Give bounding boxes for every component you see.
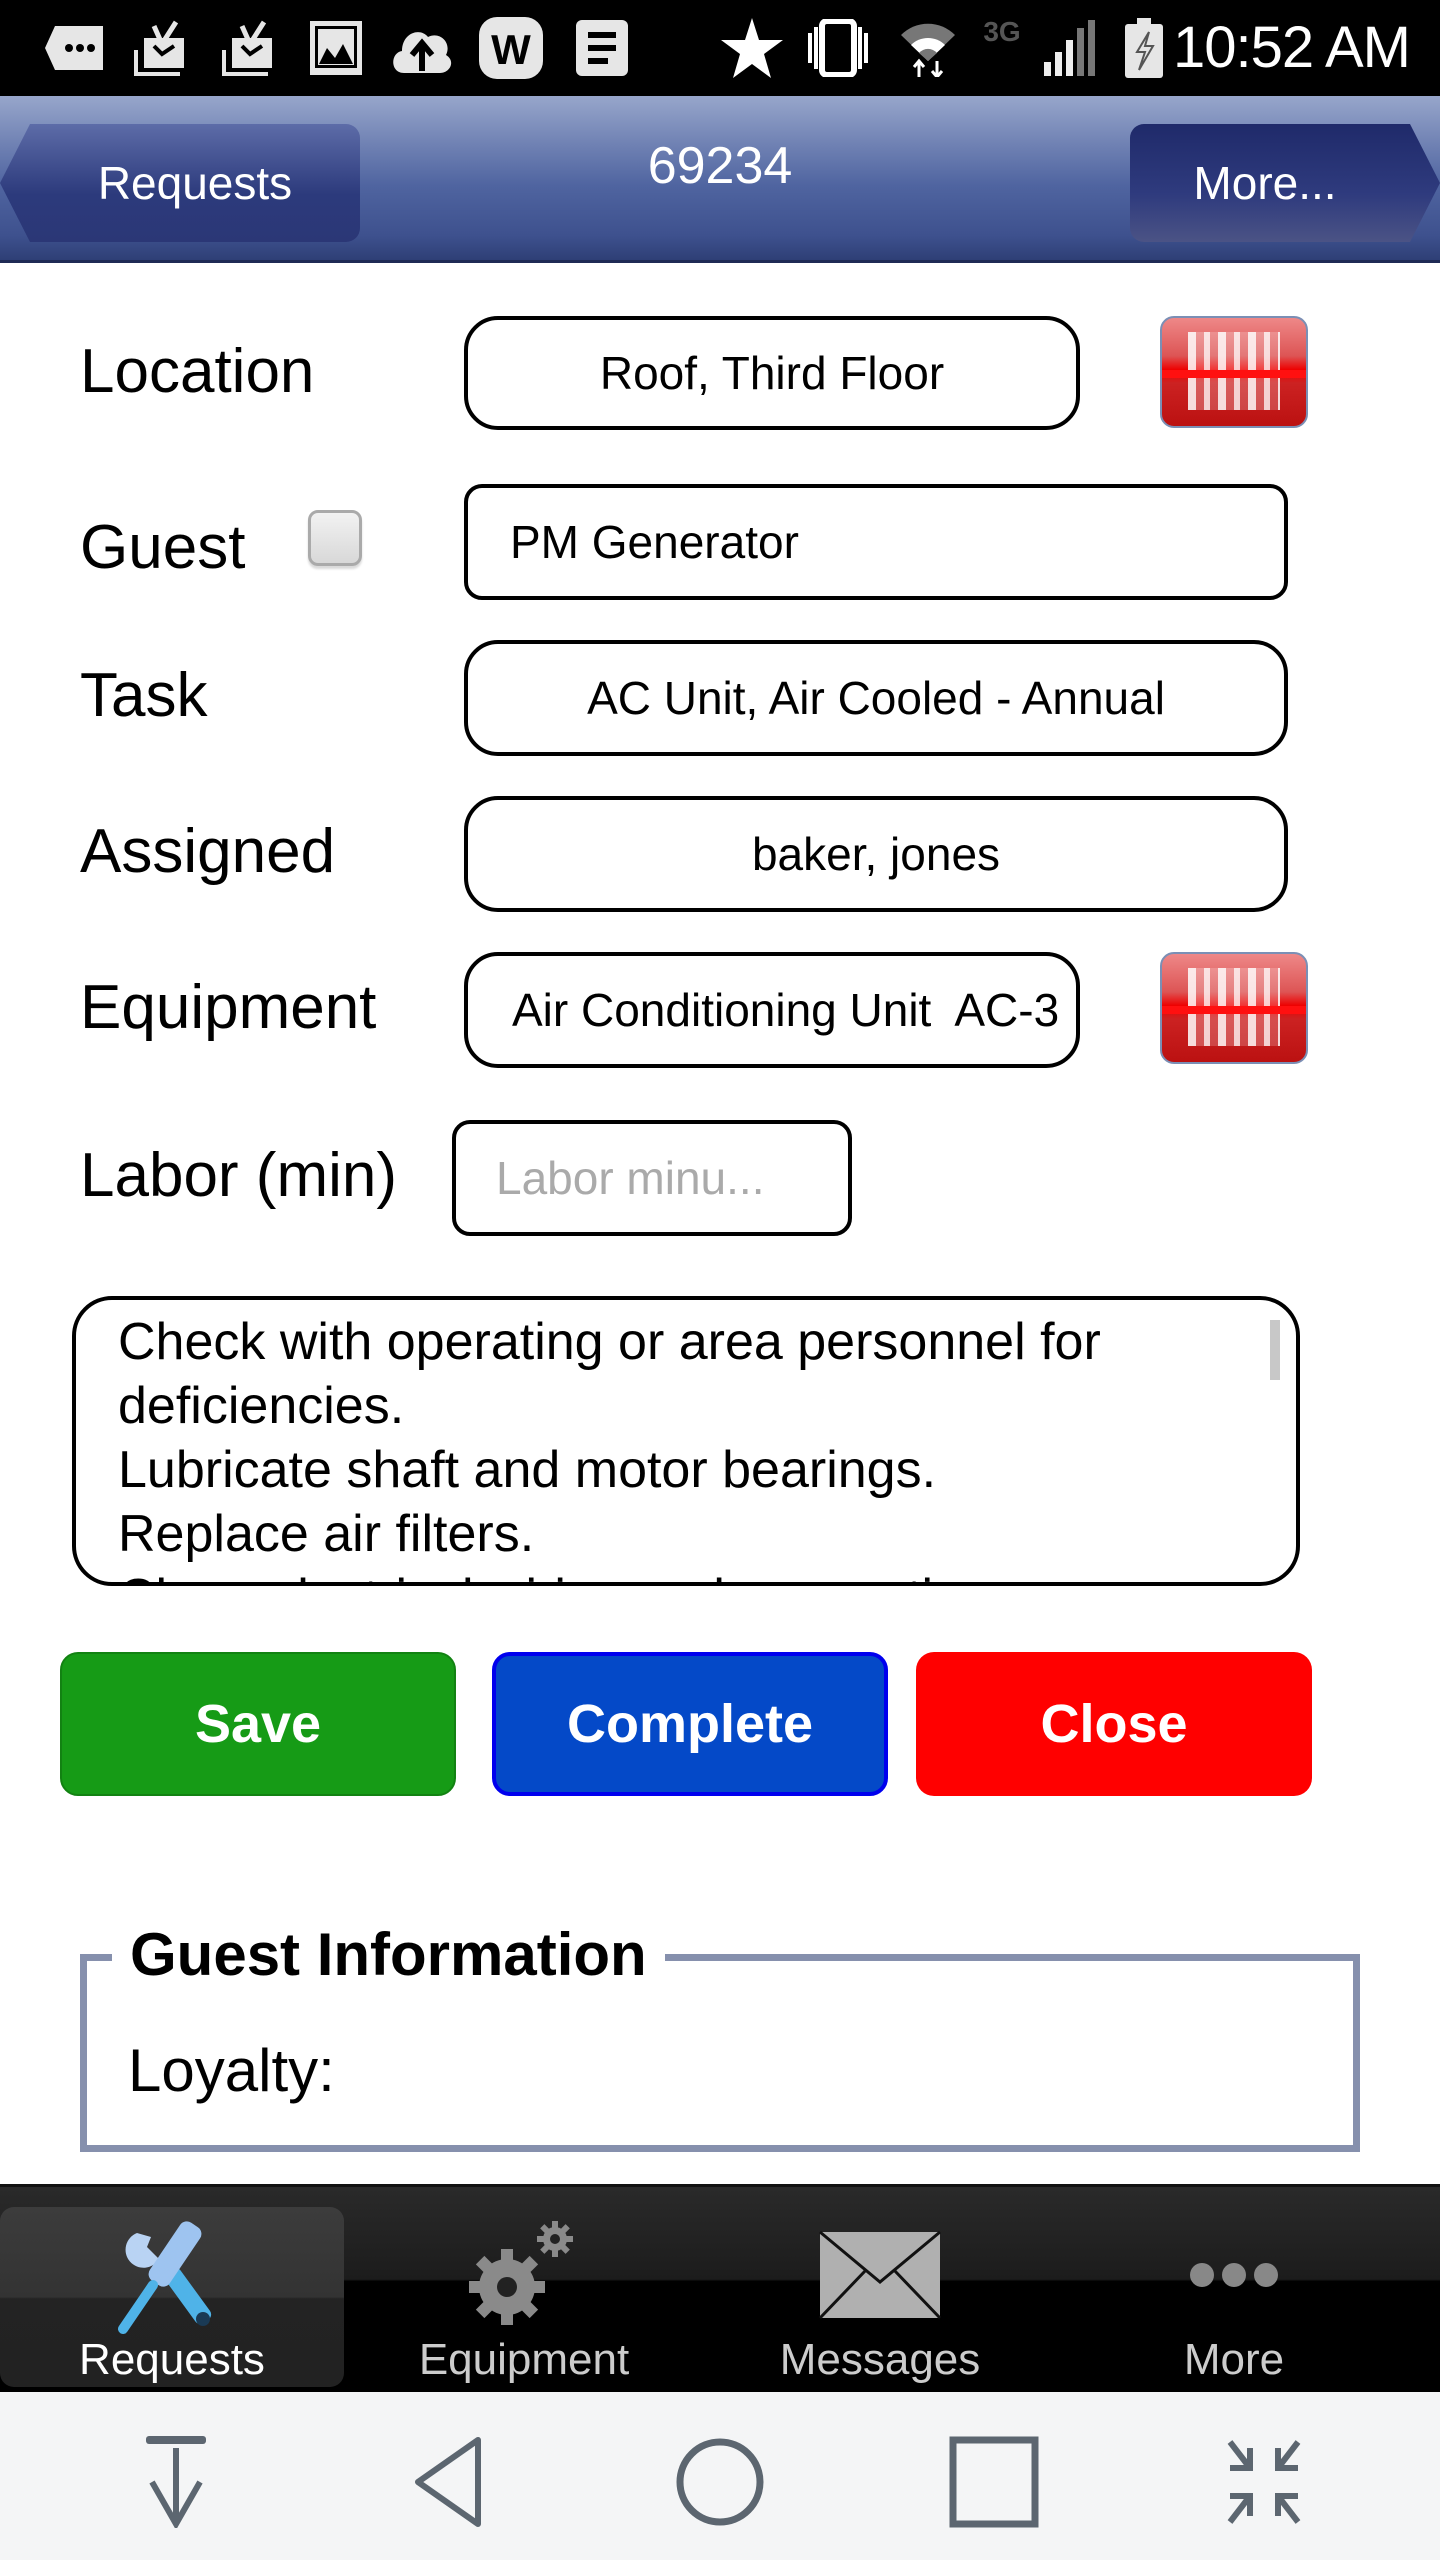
assigned-value: baker, jones: [751, 828, 1001, 880]
notes-line: Check with operating or area personnel f…: [118, 1313, 1101, 1435]
more-button[interactable]: More...: [1130, 124, 1440, 242]
guest-label: Guest: [80, 513, 246, 582]
recents-icon[interactable]: [944, 2434, 1044, 2530]
equipment-field[interactable]: Air Conditioning Unit AC-3: [464, 952, 1080, 1068]
network-3g-icon: 3G: [983, 16, 1021, 47]
notes-line: Lubricate shaft and motor bearings.: [118, 1441, 937, 1499]
task-field[interactable]: AC Unit, Air Cooled - Annual: [464, 640, 1288, 756]
tab-label: More: [1183, 2335, 1285, 2384]
mail-check-icon: [132, 20, 188, 76]
task-label: Task: [80, 661, 208, 730]
image-icon: [308, 20, 364, 76]
status-bar: W 3G 10:52 AM: [0, 0, 1440, 96]
system-navigation-bar: [0, 2392, 1440, 2560]
labor-placeholder: Labor minu...: [496, 1152, 765, 1204]
task-value: AC Unit, Air Cooled - Annual: [587, 672, 1165, 724]
save-button[interactable]: Save: [60, 1652, 456, 1796]
labor-minutes-input[interactable]: Labor minu...: [452, 1120, 852, 1236]
notes-icon: [574, 20, 630, 76]
close-button[interactable]: Close: [916, 1652, 1312, 1796]
mail-check-icon: [220, 20, 276, 76]
svg-text:W: W: [491, 26, 531, 73]
tab-equipment[interactable]: Equipment: [352, 2207, 696, 2387]
wifi-icon: [898, 20, 958, 77]
battery-charging-icon: [1124, 18, 1164, 78]
vibrate-icon: [800, 19, 876, 77]
equipment-value: Air Conditioning Unit AC-3: [512, 984, 1060, 1036]
notes-scrollbar[interactable]: [1270, 1320, 1280, 1380]
w-app-icon: W: [478, 17, 544, 79]
tab-more[interactable]: More: [1062, 2207, 1406, 2387]
assigned-field[interactable]: baker, jones: [464, 796, 1288, 912]
tab-label: Requests: [79, 2335, 265, 2384]
cloud-upload-icon: [390, 20, 454, 76]
more-notifications-icon: [44, 20, 104, 76]
hide-keyboard-icon[interactable]: [126, 2434, 226, 2530]
equipment-label: Equipment: [80, 973, 377, 1042]
back-icon[interactable]: [400, 2434, 500, 2530]
guest-checkbox[interactable]: [308, 510, 362, 566]
task-notes-textarea[interactable]: Check with operating or area personnel f…: [72, 1296, 1300, 1586]
assigned-label: Assigned: [80, 817, 336, 886]
tab-requests[interactable]: Requests: [0, 2207, 344, 2387]
notes-line: Replace air filters.: [118, 1505, 535, 1563]
tab-messages[interactable]: Messages: [708, 2207, 1052, 2387]
equipment-scan-button[interactable]: [1160, 952, 1308, 1064]
collapse-icon[interactable]: [1214, 2434, 1314, 2530]
labor-label: Labor (min): [80, 1141, 397, 1210]
more-dots-icon: [1184, 2215, 1284, 2335]
signal-icon: [1040, 20, 1100, 76]
guest-field[interactable]: PM Generator: [464, 484, 1288, 600]
tab-label: Equipment: [418, 2335, 630, 2384]
home-icon[interactable]: [670, 2434, 770, 2530]
clock: 10:52 AM: [1172, 15, 1411, 80]
tab-bar: Requests Equipment Messages More: [0, 2184, 1440, 2392]
notes-line: Clean electrical wiring and connections;: [118, 1566, 1256, 1582]
star-icon: [720, 18, 784, 78]
location-label: Location: [80, 337, 315, 406]
nav-bar: Requests 69234 More...: [0, 96, 1440, 263]
tools-icon: [107, 2215, 237, 2335]
loyalty-label: Loyalty:: [128, 2037, 335, 2104]
location-field[interactable]: Roof, Third Floor: [464, 316, 1080, 430]
location-scan-button[interactable]: [1160, 316, 1308, 428]
complete-button[interactable]: Complete: [492, 1652, 888, 1796]
envelope-icon: [818, 2215, 942, 2335]
guest-information-title: Guest Information: [112, 1920, 665, 1989]
tab-label: Messages: [779, 2335, 981, 2384]
guest-value: PM Generator: [510, 516, 799, 568]
location-value: Roof, Third Floor: [599, 347, 945, 399]
gears-icon: [459, 2215, 589, 2335]
